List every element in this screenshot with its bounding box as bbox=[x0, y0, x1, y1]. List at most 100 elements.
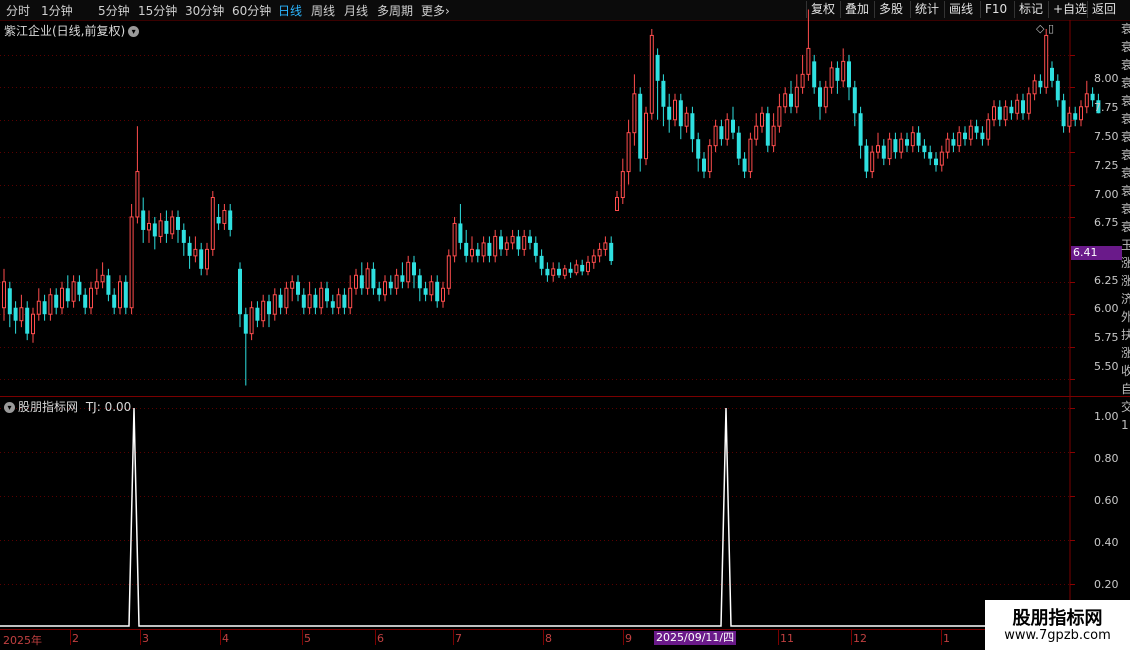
kline-chart[interactable] bbox=[0, 0, 1130, 650]
candle-body bbox=[545, 268, 550, 276]
candle-body bbox=[2, 281, 6, 309]
candle-body bbox=[77, 281, 82, 295]
candle-body bbox=[7, 288, 12, 315]
crosshair-date-label: 2025/09/11/四 bbox=[654, 631, 737, 645]
candle-body bbox=[238, 268, 242, 315]
candle-body bbox=[458, 223, 463, 243]
candle-body bbox=[997, 106, 1002, 120]
candle-body bbox=[54, 294, 59, 308]
candle-body bbox=[580, 264, 585, 272]
candle-body bbox=[261, 300, 266, 322]
indicator-y-tick: 0.20 bbox=[1094, 578, 1119, 591]
date-tick: 5 bbox=[304, 632, 311, 645]
indicator-y-tick: 0.80 bbox=[1094, 452, 1119, 465]
candle-body bbox=[812, 61, 817, 88]
chart-window-icons[interactable]: ◇ ▯ bbox=[1036, 22, 1054, 35]
candle-body bbox=[690, 113, 695, 140]
candle-body bbox=[336, 294, 341, 309]
candle-body bbox=[1090, 93, 1095, 101]
candle-body bbox=[644, 112, 648, 160]
indicator-tj-line bbox=[0, 407, 1070, 627]
candle-body bbox=[806, 47, 811, 75]
candle-body bbox=[876, 145, 880, 153]
candle-body bbox=[36, 300, 41, 315]
date-tick: 9 bbox=[625, 632, 632, 645]
candle-body bbox=[597, 248, 602, 257]
candle-body bbox=[742, 158, 747, 172]
candle-body bbox=[147, 222, 151, 231]
candle-body bbox=[893, 139, 898, 153]
candle-body bbox=[272, 294, 277, 315]
candle-body bbox=[713, 125, 718, 147]
candle-body bbox=[222, 209, 227, 224]
indicator-name: 股朋指标网 bbox=[18, 400, 79, 414]
main-chart-title: 紫江企业(日线,前复权) ▾ bbox=[4, 22, 140, 39]
candle-body bbox=[481, 242, 486, 257]
candle-body bbox=[794, 86, 799, 108]
chevron-down-icon[interactable]: ▾ bbox=[4, 402, 15, 413]
y-tick-label: 7.75 bbox=[1094, 101, 1119, 114]
candle-body bbox=[158, 220, 163, 237]
candle-body bbox=[574, 264, 579, 274]
candle-body bbox=[354, 274, 358, 289]
indicator-y-tick: 1.00 bbox=[1094, 410, 1119, 423]
candle-body bbox=[284, 287, 289, 309]
candle-body bbox=[870, 151, 875, 173]
indicator-y-tick: 0.40 bbox=[1094, 536, 1119, 549]
candle-body bbox=[702, 158, 706, 172]
date-tick: 6 bbox=[377, 632, 384, 645]
candle-body bbox=[881, 145, 886, 159]
candle-body bbox=[557, 268, 561, 276]
candle-body bbox=[1055, 80, 1060, 101]
candle-body bbox=[754, 125, 759, 140]
candle-body bbox=[406, 261, 411, 283]
candle-body bbox=[60, 287, 64, 309]
indicator-value: TJ: 0.00 bbox=[85, 400, 132, 414]
candle-body bbox=[905, 139, 909, 146]
candle-body bbox=[1032, 80, 1037, 95]
candle-body bbox=[470, 248, 474, 257]
candle-body bbox=[441, 287, 445, 302]
candle-body bbox=[1038, 80, 1043, 88]
current-price-badge: 6.41 bbox=[1071, 246, 1122, 260]
date-tick: 4 bbox=[222, 632, 229, 645]
y-tick-label: 6.25 bbox=[1094, 274, 1119, 287]
candle-body bbox=[71, 281, 76, 302]
candle-body bbox=[164, 220, 169, 234]
candle-body bbox=[533, 242, 538, 256]
candle-body bbox=[707, 145, 712, 173]
candle-body bbox=[417, 275, 422, 289]
candle-body bbox=[464, 242, 469, 256]
candle-body bbox=[13, 307, 18, 321]
candle-body bbox=[562, 268, 567, 276]
candle-body bbox=[1061, 100, 1066, 127]
date-tick: 1 bbox=[943, 632, 950, 645]
watermark-title: 股朋指标网 bbox=[1012, 608, 1103, 629]
candle-body bbox=[899, 138, 904, 153]
candle-body bbox=[928, 152, 933, 159]
date-tick: 2025年 bbox=[3, 634, 42, 647]
candle-body bbox=[267, 301, 271, 315]
y-tick-label: 6.75 bbox=[1094, 216, 1119, 229]
candle-body bbox=[858, 113, 863, 146]
chevron-down-icon[interactable]: ▾ bbox=[128, 26, 140, 37]
candle-body bbox=[1026, 93, 1031, 114]
candle-body bbox=[649, 34, 654, 114]
candle-body bbox=[152, 223, 157, 237]
candle-body bbox=[290, 281, 295, 289]
candle-body bbox=[487, 242, 492, 256]
candle-body bbox=[83, 294, 88, 308]
candle-body bbox=[1067, 112, 1072, 127]
candle-body bbox=[429, 281, 434, 296]
candle-body bbox=[655, 54, 660, 81]
candle-body bbox=[359, 275, 364, 289]
candle-body bbox=[980, 132, 985, 140]
candle-body bbox=[771, 125, 776, 147]
y-tick-label: 7.25 bbox=[1094, 159, 1119, 172]
candle-body bbox=[435, 281, 440, 302]
candle-body bbox=[377, 288, 382, 295]
indicator-title: ▾ 股朋指标网 TJ: 0.00 bbox=[4, 398, 131, 415]
candle-body bbox=[945, 138, 950, 153]
candle-body bbox=[528, 236, 532, 243]
candle-body bbox=[1003, 106, 1008, 121]
